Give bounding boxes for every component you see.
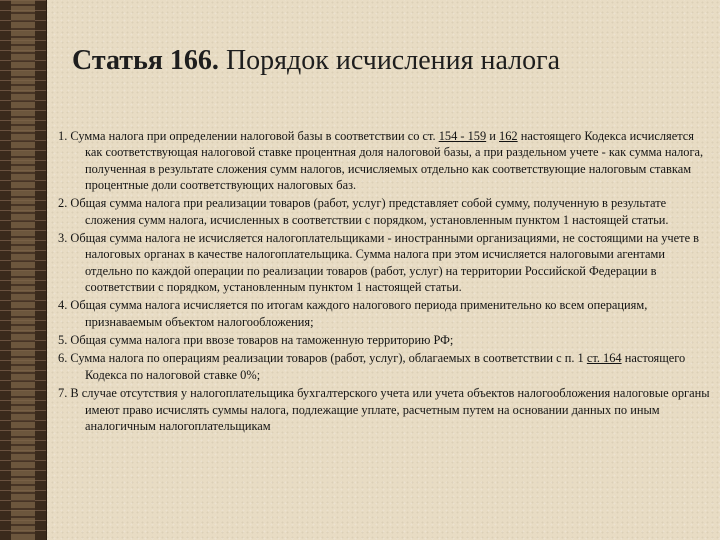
paragraph-item: 6. Сумма налога по операциям реализации …	[58, 350, 712, 383]
paragraph-item: 4. Общая сумма налога исчисляется по ито…	[58, 297, 712, 330]
paragraph-item: 5. Общая сумма налога при ввозе товаров …	[58, 332, 712, 348]
paragraph-item: 1. Сумма налога при определении налогово…	[58, 128, 712, 193]
article-reference-link[interactable]: 154 - 159	[439, 129, 487, 143]
article-title: Порядок исчисления налога	[225, 45, 561, 76]
paragraph-item: 7. В случае отсутствия у налогоплательщи…	[58, 385, 712, 434]
paragraph-text: и	[486, 129, 500, 143]
paragraph-text: 7. В случае отсутствия у налогоплательщи…	[58, 386, 710, 433]
decorative-side-bar	[0, 0, 47, 540]
article-reference-link[interactable]: ст. 164	[587, 351, 622, 365]
paragraph-text: 5. Общая сумма налога при ввозе товаров …	[58, 333, 454, 348]
paragraph-text: 1. Сумма налога при определении налогово…	[58, 129, 439, 143]
paragraph-text: 3. Общая сумма налога не исчисляется нал…	[58, 231, 700, 295]
article-number: Статья 166.	[72, 45, 219, 76]
slide-title: Статья 166. Порядок исчисления налога	[72, 45, 712, 77]
article-reference-link[interactable]: 162	[499, 129, 518, 143]
paragraph-text: 6. Сумма налога по операциям реализации …	[58, 351, 587, 366]
paragraph-item: 3. Общая сумма налога не исчисляется нал…	[58, 230, 712, 295]
paragraph-item: 2. Общая сумма налога при реализации тов…	[58, 195, 712, 228]
paragraph-text: 2. Общая сумма налога при реализации тов…	[58, 196, 669, 227]
decorative-side-bar-stripe	[11, 0, 35, 540]
paragraph-text: 4. Общая сумма налога исчисляется по ито…	[58, 298, 648, 329]
article-body: 1. Сумма налога при определении налогово…	[58, 128, 712, 436]
